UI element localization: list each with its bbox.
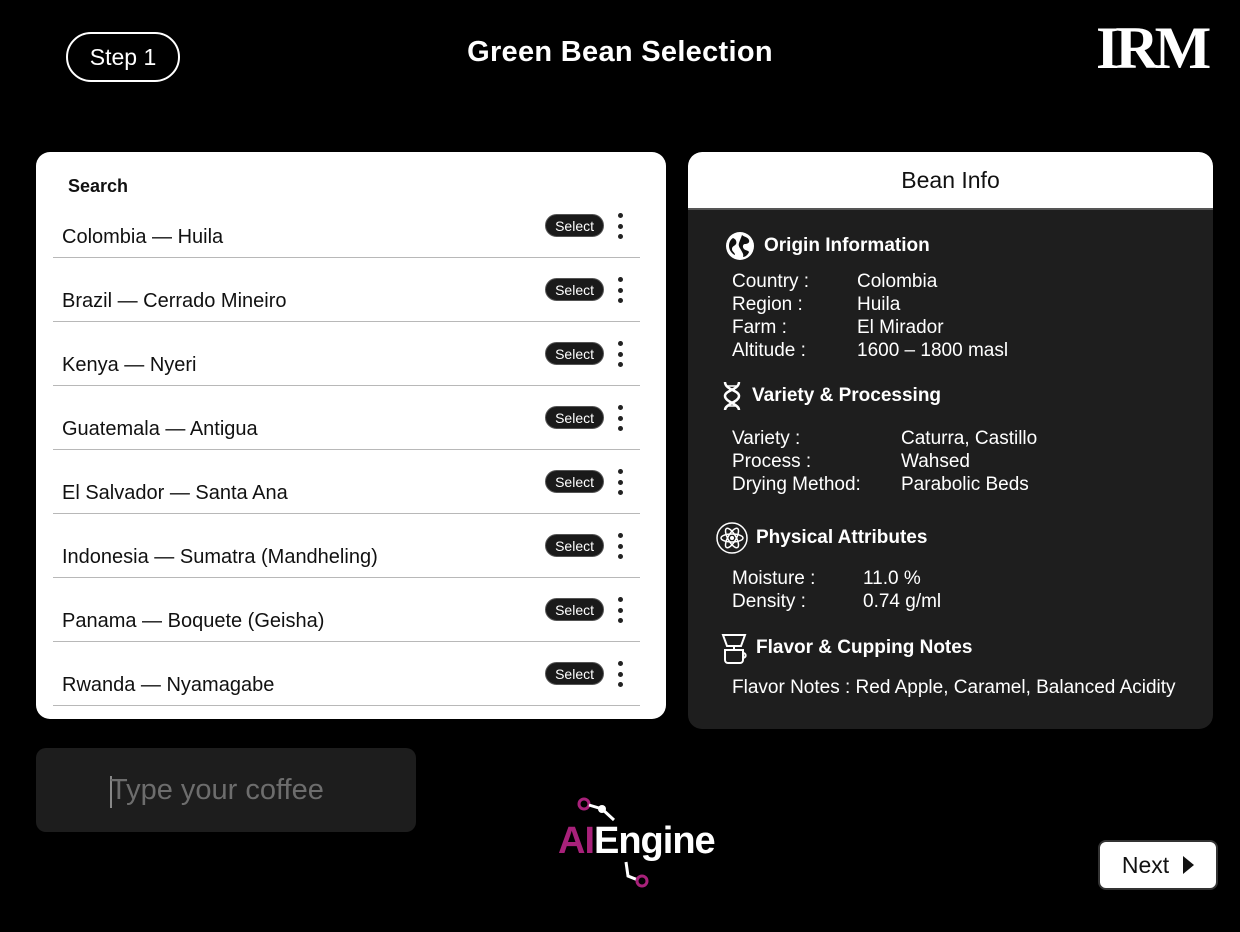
bean-list: Colombia — Huila Select Brazil — Cerrado… xyxy=(53,194,640,706)
bean-name: Guatemala — Antigua xyxy=(62,418,258,440)
origin-details: Country : Colombia Region : Huila Farm :… xyxy=(732,270,1152,362)
more-options-icon[interactable] xyxy=(615,469,625,495)
list-item[interactable]: Rwanda — Nyamagabe Select xyxy=(53,642,640,706)
more-options-icon[interactable] xyxy=(615,661,625,687)
physical-heading-text: Physical Attributes xyxy=(756,527,928,548)
coffee-dripper-icon xyxy=(721,634,747,664)
variety-heading: Variety & Processing xyxy=(720,380,941,412)
bean-name: Rwanda — Nyamagabe xyxy=(62,674,275,696)
select-button[interactable]: Select xyxy=(545,470,604,493)
select-button[interactable]: Select xyxy=(545,278,604,301)
variety-heading-text: Variety & Processing xyxy=(752,385,942,406)
drying-key: Drying Method: xyxy=(732,474,861,495)
bean-name: Colombia — Huila xyxy=(62,226,224,248)
list-item[interactable]: Guatemala — Antigua Select xyxy=(53,386,640,450)
coffee-search-input[interactable] xyxy=(110,768,400,812)
process-value: Wahsed xyxy=(901,451,970,472)
flavor-details: Flavor Notes : Red Apple, Caramel, Balan… xyxy=(732,676,1212,700)
bean-name: Indonesia — Sumatra (Mandheling) xyxy=(62,546,378,568)
search-panel: Search Colombia — Huila Select Brazil — … xyxy=(36,152,666,719)
variety-details: Variety : Caturra, Castillo Process : Wa… xyxy=(732,427,1152,497)
altitude-key: Altitude : xyxy=(732,340,806,361)
select-button[interactable]: Select xyxy=(545,342,604,365)
moisture-value: 11.0 % xyxy=(863,568,921,589)
flavor-heading-text: Flavor & Cupping Notes xyxy=(756,637,973,658)
engine-text: Engine xyxy=(594,820,716,862)
ai-text: AI xyxy=(558,820,595,862)
dna-icon xyxy=(723,381,741,411)
list-item[interactable]: Brazil — Cerrado Mineiro Select xyxy=(53,258,640,322)
more-options-icon[interactable] xyxy=(615,533,625,559)
physical-details: Moisture : 11.0 % Density : 0.74 g/ml xyxy=(732,567,1152,615)
farm-key: Farm : xyxy=(732,317,787,338)
country-value: Colombia xyxy=(857,271,938,292)
select-button[interactable]: Select xyxy=(545,214,604,237)
list-item[interactable]: El Salvador — Santa Ana Select xyxy=(53,450,640,514)
list-item[interactable]: Indonesia — Sumatra (Mandheling) Select xyxy=(53,514,640,578)
ai-engine-logo: AIEngine xyxy=(556,796,736,890)
select-button[interactable]: Select xyxy=(545,534,604,557)
flavor-heading: Flavor & Cupping Notes xyxy=(720,632,972,664)
flavor-notes: Flavor Notes : Red Apple, Caramel, Balan… xyxy=(732,677,1176,698)
page-title: Green Bean Selection xyxy=(467,36,773,68)
globe-icon xyxy=(726,232,754,260)
list-item[interactable]: Kenya — Nyeri Select xyxy=(53,322,640,386)
process-key: Process : xyxy=(732,451,812,472)
region-key: Region : xyxy=(732,294,803,315)
variety-key: Variety : xyxy=(732,428,801,449)
density-value: 0.74 g/ml xyxy=(863,591,942,612)
more-options-icon[interactable] xyxy=(615,597,625,623)
ai-engine-wordmark: AIEngine xyxy=(558,820,716,863)
coffee-search-box xyxy=(36,748,416,832)
origin-heading: Origin Information xyxy=(724,230,930,262)
select-button[interactable]: Select xyxy=(545,662,604,685)
next-label: Next xyxy=(1121,851,1170,878)
bean-name: Kenya — Nyeri xyxy=(62,354,197,376)
list-item[interactable]: Colombia — Huila Select xyxy=(53,194,640,258)
bean-name: El Salvador — Santa Ana xyxy=(62,482,288,504)
more-options-icon[interactable] xyxy=(615,277,625,303)
more-options-icon[interactable] xyxy=(615,341,625,367)
more-options-icon[interactable] xyxy=(615,405,625,431)
next-button[interactable]: Next xyxy=(1098,840,1218,890)
brand-logo: IRM xyxy=(1096,15,1211,81)
bean-info-title: Bean Info xyxy=(688,152,1213,210)
altitude-value: 1600 – 1800 masl xyxy=(857,340,1009,361)
select-button[interactable]: Select xyxy=(545,598,604,621)
region-value: Huila xyxy=(857,294,901,315)
more-options-icon[interactable] xyxy=(615,213,625,239)
bean-info-panel: Bean Info Origin Information Country : C… xyxy=(688,152,1213,729)
select-button[interactable]: Select xyxy=(545,406,604,429)
bean-name: Brazil — Cerrado Mineiro xyxy=(62,290,287,312)
country-key: Country : xyxy=(732,271,810,292)
density-key: Density : xyxy=(732,591,806,612)
arrow-right-icon xyxy=(1183,856,1195,874)
physical-heading: Physical Attributes xyxy=(716,522,927,554)
bean-name: Panama — Boquete (Geisha) xyxy=(62,610,325,632)
moisture-key: Moisture : xyxy=(732,568,816,589)
list-item[interactable]: Panama — Boquete (Geisha) Select xyxy=(53,578,640,642)
drying-value: Parabolic Beds xyxy=(901,474,1029,495)
atom-icon xyxy=(716,522,748,554)
origin-heading-text: Origin Information xyxy=(764,235,930,256)
farm-value: El Mirador xyxy=(857,317,944,338)
variety-value: Caturra, Castillo xyxy=(901,428,1038,449)
